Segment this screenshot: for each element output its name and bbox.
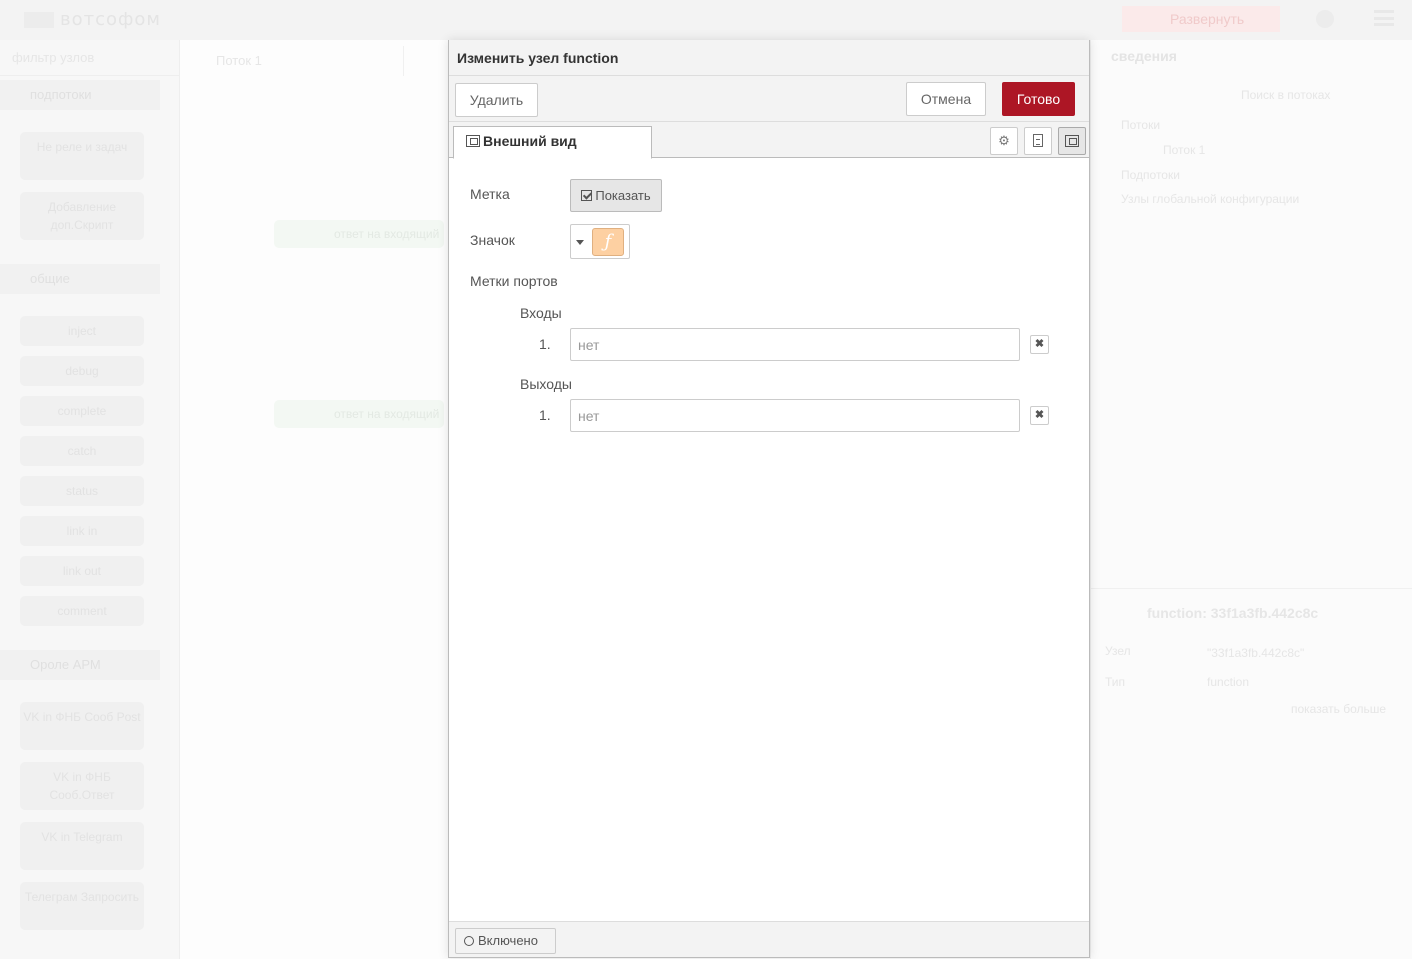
- edit-tray: Изменить узел function Удалить Отмена Го…: [448, 40, 1090, 958]
- sidebar-prop-value: function: [1207, 675, 1250, 689]
- palette-node[interactable]: Не реле и задач: [20, 132, 144, 180]
- sidebar-title: сведения: [1111, 48, 1177, 64]
- palette-node[interactable]: inject: [20, 316, 144, 346]
- sidebar-prop-key: Тип: [1105, 675, 1126, 689]
- palette-node[interactable]: VK in ФНБ Сооб.Ответ: [20, 762, 144, 810]
- app-header: вотсофом Развернуть: [0, 0, 1412, 40]
- circle-icon: [464, 936, 474, 946]
- input-port-index: 1.: [539, 336, 551, 352]
- appearance-tab-button[interactable]: [1058, 127, 1086, 155]
- checkbox-checked-icon: [581, 190, 593, 201]
- palette-node[interactable]: comment: [20, 596, 144, 626]
- sidebar-tree-item[interactable]: Подпотоки: [1121, 168, 1180, 182]
- tab-appearance-label: Внешний вид: [483, 133, 577, 149]
- palette-node[interactable]: complete: [20, 396, 144, 426]
- clear-input-label-button[interactable]: ✖: [1030, 335, 1049, 354]
- sidebar-search[interactable]: Поиск в потоках: [1241, 88, 1330, 102]
- palette-node[interactable]: link in: [20, 516, 144, 546]
- palette-node[interactable]: link out: [20, 556, 144, 586]
- show-label-text: Показать: [595, 188, 651, 203]
- sidebar-show-more[interactable]: показать больше: [1291, 702, 1386, 716]
- workspace-tab[interactable]: Поток 1: [204, 46, 404, 76]
- sidebar-tree-item[interactable]: Потоки: [1121, 118, 1160, 132]
- function-icon: ƒ: [592, 228, 624, 256]
- cancel-button[interactable]: Отмена: [906, 82, 986, 116]
- tray-toolbar: Удалить Отмена Готово: [449, 76, 1089, 122]
- logo-text: вотсофом: [60, 9, 161, 30]
- user-icon[interactable]: [1316, 10, 1334, 28]
- enabled-label: Включено: [478, 933, 538, 948]
- palette-category[interactable]: подпотоки: [0, 80, 160, 110]
- deploy-button[interactable]: Развернуть: [1122, 6, 1280, 32]
- tray-header: Изменить узел function: [449, 40, 1089, 76]
- palette-search[interactable]: фильтр узлов: [0, 40, 180, 76]
- palette-node[interactable]: VK in Telegram: [20, 822, 144, 870]
- sidebar-node-title: function: 33f1a3fb.442c8c: [1147, 605, 1319, 621]
- outputs-heading: Выходы: [520, 376, 572, 392]
- output-port-index: 1.: [539, 407, 551, 423]
- palette-node[interactable]: catch: [20, 436, 144, 466]
- palette-node[interactable]: Телеграм Запросить: [20, 882, 144, 930]
- appearance-icon: [1065, 135, 1079, 147]
- inputs-heading: Входы: [520, 305, 562, 321]
- palette-category[interactable]: общие: [0, 264, 160, 294]
- sidebar-prop-value: "33f1a3fb.442c8c": [1207, 646, 1305, 660]
- sidebar-tree-item[interactable]: Поток 1: [1163, 143, 1205, 157]
- show-label-toggle[interactable]: Показать: [570, 179, 662, 212]
- tab-appearance[interactable]: Внешний вид: [453, 126, 652, 159]
- tray-footer: Включено: [449, 921, 1089, 957]
- canvas-node[interactable]: ответ на входящий: [274, 220, 444, 248]
- gear-icon: ⚙: [998, 133, 1010, 148]
- enabled-toggle[interactable]: Включено: [455, 928, 556, 954]
- info-sidebar: сведения Поиск в потоках Потоки Поток 1 …: [1090, 40, 1412, 959]
- sidebar-tree-item[interactable]: Узлы глобальной конфигурации: [1121, 192, 1299, 206]
- input-port-label-field[interactable]: [570, 328, 1020, 361]
- node-palette: фильтр узлов подпотоки Не реле и задач Д…: [0, 40, 180, 959]
- label-field-label: Метка: [470, 186, 510, 202]
- palette-node[interactable]: VK in ФНБ Сооб Post: [20, 702, 144, 750]
- menu-icon[interactable]: [1374, 10, 1394, 26]
- done-button[interactable]: Готово: [1002, 82, 1075, 116]
- palette-node[interactable]: Добавление доп.Скрипт: [20, 192, 144, 240]
- sidebar-prop-key: Узел: [1105, 644, 1131, 658]
- tray-tabs: Внешний вид ⚙: [449, 122, 1089, 159]
- canvas-node[interactable]: ответ на входящий: [274, 400, 444, 428]
- description-tab-button[interactable]: [1024, 127, 1052, 155]
- appearance-icon: [466, 135, 480, 147]
- port-labels-heading: Метки портов: [470, 273, 558, 289]
- icon-picker[interactable]: ƒ: [570, 224, 630, 259]
- delete-button[interactable]: Удалить: [455, 83, 538, 117]
- tray-title: Изменить узел function: [457, 50, 619, 66]
- palette-node[interactable]: status: [20, 476, 144, 506]
- output-port-label-field[interactable]: [570, 399, 1020, 432]
- sidebar-divider[interactable]: [1091, 588, 1412, 589]
- palette-node[interactable]: debug: [20, 356, 144, 386]
- app-logo: вотсофом: [24, 9, 161, 30]
- palette-category[interactable]: Ороле АРМ: [0, 650, 160, 680]
- document-icon: [1033, 134, 1043, 147]
- icon-field-label: Значок: [470, 232, 515, 248]
- clear-output-label-button[interactable]: ✖: [1030, 406, 1049, 425]
- caret-down-icon: [576, 240, 584, 245]
- properties-tab-button[interactable]: ⚙: [990, 127, 1018, 155]
- logo-icon: [24, 12, 54, 28]
